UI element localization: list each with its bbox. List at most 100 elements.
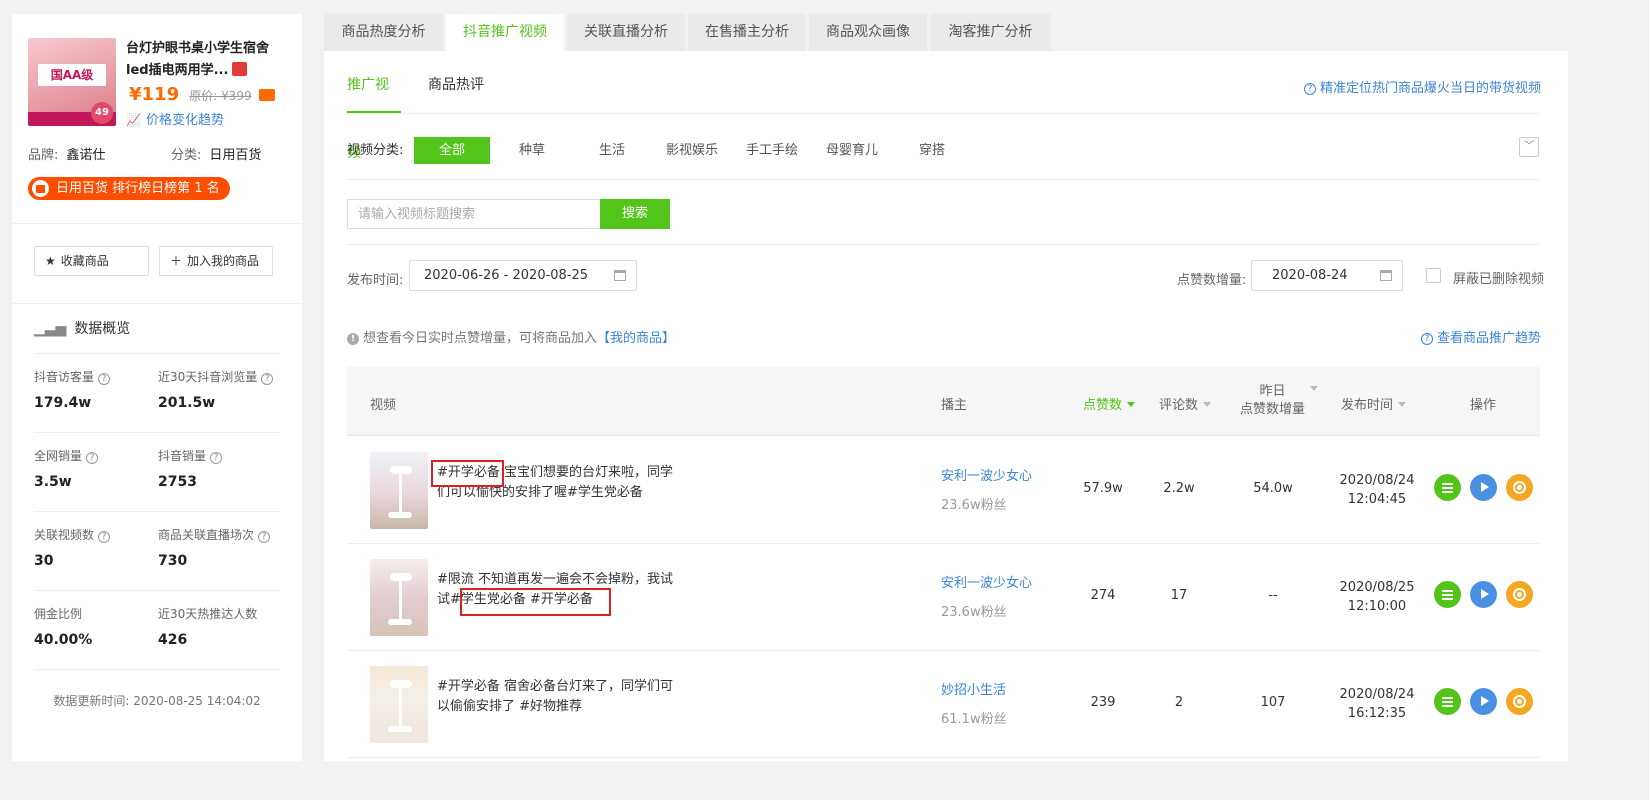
category-handcraft[interactable]: 手工手绘: [734, 137, 810, 164]
anchor-link[interactable]: 妙招小生活: [941, 679, 1006, 698]
publish-time: 2020/08/25 12:10:00: [1339, 580, 1415, 614]
col-anchor: 播主: [941, 398, 968, 413]
col-comments-sort[interactable]: 评论数: [1159, 394, 1212, 413]
promo-trend-link[interactable]: ? 查看商品推广趋势: [1420, 327, 1541, 346]
tab-product-heat[interactable]: 商品热度分析: [324, 14, 443, 51]
stat-item: 商品关联直播场次? 730: [158, 526, 271, 569]
hide-deleted-label: 屏蔽已删除视频: [1453, 272, 1545, 287]
tip-text: ! 想查看今日实时点赞增量，可将商品加入【我的商品】: [347, 327, 675, 346]
favorite-button[interactable]: ★ 收藏商品: [34, 246, 149, 276]
detail-list-icon[interactable]: [1434, 474, 1461, 501]
publish-time-label: 发布时间:: [347, 273, 404, 288]
plus-icon: ＋: [170, 254, 183, 268]
help-icon[interactable]: ?: [258, 531, 271, 543]
video-thumbnail[interactable]: [370, 666, 428, 743]
video-thumbnail[interactable]: [370, 559, 428, 636]
detail-list-icon[interactable]: [1434, 581, 1461, 608]
likes-value: 274: [1090, 588, 1116, 603]
category-parenting[interactable]: 母婴育儿: [814, 137, 890, 164]
add-to-my-products-button[interactable]: ＋加入我的商品: [159, 246, 273, 276]
category-label: 视频分类:: [347, 143, 404, 158]
shopping-bag-icon: [32, 180, 49, 197]
subtab-hot-comments[interactable]: 商品热评: [428, 51, 484, 113]
col-likes-sort[interactable]: 点赞数: [1083, 394, 1136, 413]
coupon-icon: [258, 89, 275, 101]
anchor-fans: 23.6w粉丝: [941, 605, 1007, 620]
search-input[interactable]: [347, 199, 600, 229]
category-entertainment[interactable]: 影视娱乐: [654, 137, 730, 164]
product-meta: 品牌: 鑫诺仕 分类: 日用百货: [28, 148, 262, 163]
chevron-down-icon[interactable]: ﹀: [1519, 137, 1539, 157]
video-title[interactable]: #开学必备 宿舍必备台灯来了，同学们可以偷偷安排了 #好物推荐: [437, 677, 677, 717]
col-actions: 操作: [1470, 398, 1497, 413]
tab-taoke-analysis[interactable]: 淘客推广分析: [930, 14, 1051, 51]
col-yesterday-likes-sort[interactable]: 昨日 点赞数增量: [1240, 383, 1319, 419]
trend-chart-icon: 📈: [126, 113, 141, 127]
target-icon[interactable]: [1506, 581, 1533, 608]
star-icon: ★: [45, 254, 56, 268]
anchor-fans: 61.1w粉丝: [941, 712, 1007, 727]
detail-list-icon[interactable]: [1434, 688, 1461, 715]
col-publish-sort[interactable]: 发布时间: [1341, 394, 1407, 413]
video-thumbnail[interactable]: [370, 452, 428, 529]
tmall-icon: [232, 62, 248, 76]
target-icon[interactable]: [1506, 688, 1533, 715]
overview-title: ▁▃▅ 数据概览: [34, 304, 280, 354]
tab-seller-analysis[interactable]: 在售播主分析: [688, 14, 806, 51]
help-icon[interactable]: ?: [86, 452, 99, 464]
video-title[interactable]: #限流 不知道再发一遍会不会掉粉，我试试#学生党必备 #开学必备: [437, 570, 677, 610]
category-outfit[interactable]: 穿搭: [894, 137, 970, 164]
play-icon[interactable]: [1470, 688, 1497, 715]
help-icon[interactable]: ?: [261, 373, 274, 385]
subtab-promo-videos[interactable]: 推广视频: [347, 51, 401, 161]
my-products-link[interactable]: 【我的商品】: [597, 331, 675, 346]
comments-value: 2.2w: [1163, 481, 1195, 496]
video-title[interactable]: #开学必备 宝宝们想要的台灯来啦，同学们可以愉快的安排了喔#学生党必备: [437, 463, 677, 503]
stat-item: 全网销量? 3.5w: [34, 447, 99, 490]
category-all[interactable]: 全部: [414, 137, 490, 164]
price-row: ¥119 原价: ¥399: [129, 84, 275, 105]
play-icon[interactable]: [1470, 474, 1497, 501]
play-icon[interactable]: [1470, 581, 1497, 608]
category-seeding[interactable]: 种草: [494, 137, 570, 164]
category-life[interactable]: 生活: [574, 137, 650, 164]
help-icon[interactable]: ?: [210, 452, 223, 464]
product-image[interactable]: 国AA级 49: [28, 38, 116, 126]
hide-deleted-checkbox[interactable]: [1426, 268, 1441, 283]
help-icon[interactable]: ?: [98, 531, 111, 543]
search-button[interactable]: 搜索: [600, 199, 670, 229]
comments-value: 17: [1170, 588, 1188, 603]
likes-value: 239: [1090, 695, 1116, 710]
anchor-link[interactable]: 安利一波少女心: [941, 465, 1032, 484]
stat-row: 佣金比例 40.00% 近30天热推达人数 426: [34, 591, 280, 670]
publish-date-range-picker[interactable]: 2020-06-26 - 2020-08-25: [409, 260, 637, 291]
tab-audience-profile[interactable]: 商品观众画像: [809, 14, 927, 51]
rank-badge[interactable]: 日用百货 排行榜日榜第 1 名: [28, 177, 230, 200]
stat-row: 抖音访客量? 179.4w 近30天抖音浏览量? 201.5w: [34, 354, 280, 433]
stat-item: 近30天抖音浏览量? 201.5w: [158, 368, 274, 411]
yesterday-likes-value: 54.0w: [1253, 481, 1293, 496]
product-card: 国AA级 49 台灯护眼书桌小学生宿舍led插电两用学... ¥119 原价: …: [12, 14, 302, 224]
tab-live-analysis[interactable]: 关联直播分析: [567, 14, 685, 51]
stat-item: 抖音访客量? 179.4w: [34, 368, 111, 411]
price-trend-link[interactable]: 📈 价格变化趋势: [126, 109, 224, 128]
help-icon[interactable]: ?: [98, 373, 111, 385]
help-icon: ?: [1303, 83, 1316, 95]
stat-item: 抖音销量? 2753: [158, 447, 223, 490]
info-icon: !: [347, 333, 359, 345]
likes-date-picker[interactable]: 2020-08-24: [1251, 260, 1403, 291]
update-time: 数据更新时间: 2020-08-25 14:04:02: [53, 694, 261, 708]
product-image-badge: 49: [91, 102, 113, 124]
current-price: ¥119: [129, 84, 180, 105]
product-sidebar: 国AA级 49 台灯护眼书桌小学生宿舍led插电两用学... ¥119 原价: …: [12, 14, 302, 761]
calendar-icon: [1380, 270, 1392, 281]
product-title[interactable]: 台灯护眼书桌小学生宿舍led插电两用学...: [126, 38, 286, 82]
table-header: 视频 播主 点赞数 评论数 昨日 点赞数增量 发布时间 操作: [347, 367, 1540, 436]
anchor-link[interactable]: 安利一波少女心: [941, 572, 1032, 591]
sort-desc-icon: [1127, 402, 1136, 407]
tab-douyin-videos[interactable]: 抖音推广视频: [446, 14, 564, 52]
product-actions: ★ 收藏商品 ＋加入我的商品: [12, 224, 302, 304]
target-icon[interactable]: [1506, 474, 1533, 501]
help-link[interactable]: ? 精准定位热门商品爆火当日的带货视频: [1303, 77, 1541, 96]
comments-value: 2: [1174, 695, 1184, 710]
